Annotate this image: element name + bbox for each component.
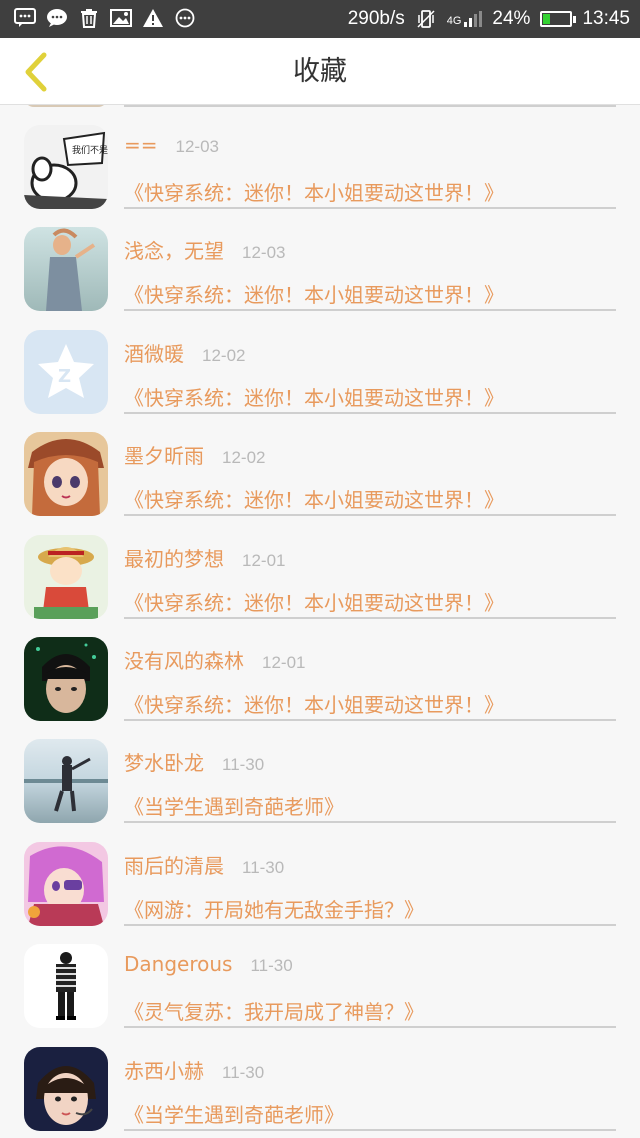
favorite-item-6[interactable]: 梦水卧龙 11-30 《当学生遇到奇葩老师》 — [0, 719, 640, 824]
vibrate-icon — [415, 8, 437, 30]
favorite-item-5[interactable]: 没有风的森林 12-01 《快穿系统：迷你！本小姐要动这世界！》 — [0, 617, 640, 721]
page-title: 收藏 — [293, 56, 347, 87]
cartoon-avatar[interactable] — [24, 534, 108, 619]
book-title[interactable]: 《快穿系统：迷你！本小姐要动这世界！》 — [124, 177, 504, 206]
item-meta: == 12-03 — [124, 133, 219, 163]
trash-icon — [78, 7, 100, 29]
navigation-bar: 收藏 — [0, 38, 640, 105]
item-meta: 墨夕昕雨 12-02 — [124, 440, 265, 470]
favorite-date: 12-02 — [222, 448, 266, 468]
signal-icon — [464, 11, 483, 27]
portrait-avatar-2[interactable] — [24, 1046, 108, 1131]
status-bar: 290b/s 4G 24% 13:45 — [0, 0, 640, 38]
figure-avatar[interactable] — [24, 944, 108, 1029]
favorite-item-8[interactable]: Dangerous 11-30 《灵气复苏：我开局成了神兽？》 — [0, 924, 640, 1029]
status-indicators: 290b/s 4G 24% 13:45 — [348, 4, 630, 34]
book-title[interactable]: 《快穿系统：迷你！本小姐要动这世界！》 — [124, 689, 504, 718]
anime-pink-avatar[interactable] — [24, 841, 108, 926]
item-meta: 雨后的清晨 11-30 — [124, 850, 284, 880]
user-name[interactable]: == — [124, 133, 158, 157]
favorite-date: 12-03 — [175, 137, 219, 156]
beach-avatar[interactable] — [24, 739, 108, 824]
book-title[interactable]: 《当学生遇到奇葩老师》 — [124, 791, 344, 820]
favorites-list[interactable]: 我们不是 == 12-03 《快穿系统：迷你！本小姐要动这世界！》 浅念，无望 … — [0, 105, 640, 1138]
item-meta: 赤西小赫 11-30 — [124, 1055, 264, 1085]
book-title[interactable]: 《快穿系统：迷你！本小姐要动这世界！》 — [124, 279, 504, 308]
book-title[interactable]: 《网游：开局她有无敌金手指？》 — [124, 894, 424, 923]
user-name[interactable]: 赤西小赫 — [124, 1055, 204, 1084]
favorite-item-4[interactable]: 最初的梦想 12-01 《快穿系统：迷你！本小姐要动这世界！》 — [0, 515, 640, 619]
user-name[interactable]: 浅念，无望 — [124, 235, 224, 264]
favorite-date: 11-30 — [242, 857, 285, 877]
chat-bubble-icon — [46, 7, 68, 29]
favorite-item-0[interactable]: 我们不是 == 12-03 《快穿系统：迷你！本小姐要动这世界！》 — [0, 105, 640, 209]
favorite-date: 11-30 — [222, 755, 265, 775]
user-name[interactable]: 梦水卧龙 — [124, 747, 204, 776]
book-title[interactable]: 《快穿系统：迷你！本小姐要动这世界！》 — [124, 587, 504, 616]
favorite-item-2[interactable]: Z 酒微暖 12-02 《快穿系统：迷你！本小姐要动这世界！》 — [0, 310, 640, 414]
favorite-date: 11-30 — [222, 1062, 265, 1082]
user-name[interactable]: 墨夕昕雨 — [124, 440, 204, 469]
message-icon — [14, 7, 36, 29]
book-title[interactable]: 《当学生遇到奇葩老师》 — [124, 1099, 344, 1128]
favorite-date: 12-02 — [202, 345, 246, 365]
favorite-item-1[interactable]: 浅念，无望 12-03 《快穿系统：迷你！本小姐要动这世界！》 — [0, 207, 640, 312]
favorite-item-9[interactable]: 赤西小赫 11-30 《当学生遇到奇葩老师》 — [0, 1027, 640, 1131]
notification-icons — [14, 7, 196, 29]
image-icon — [110, 7, 132, 29]
item-meta: 浅念，无望 12-03 — [124, 235, 285, 265]
svg-text:Z: Z — [58, 366, 71, 387]
item-divider — [124, 1128, 616, 1131]
network-speed: 290b/s — [347, 8, 405, 29]
favorite-date: 12-01 — [262, 653, 306, 672]
item-meta: 梦水卧龙 11-30 — [124, 747, 264, 777]
book-title[interactable]: 《快穿系统：迷你！本小姐要动这世界！》 — [124, 484, 504, 513]
favorite-date: 12-03 — [242, 243, 286, 263]
favorite-date: 12-01 — [242, 550, 286, 570]
user-name[interactable]: 酒微暖 — [124, 338, 184, 367]
item-meta: Dangerous 11-30 — [124, 952, 293, 982]
clock: 13:45 — [582, 8, 630, 29]
photo-avatar[interactable] — [24, 227, 108, 312]
favorite-item-7[interactable]: 雨后的清晨 11-30 《网游：开局她有无敌金手指？》 — [0, 822, 640, 926]
favorite-item-3[interactable]: 墨夕昕雨 12-02 《快穿系统：迷你！本小姐要动这世界！》 — [0, 412, 640, 517]
user-name[interactable]: 雨后的清晨 — [124, 850, 224, 879]
network-type: 4G — [446, 15, 462, 27]
user-name[interactable]: 最初的梦想 — [124, 543, 224, 572]
portrait-avatar[interactable] — [24, 637, 108, 721]
book-title[interactable]: 《快穿系统：迷你！本小姐要动这世界！》 — [124, 382, 504, 411]
signal-indicator: 4G — [447, 11, 483, 27]
book-title[interactable]: 《灵气复苏：我开局成了神兽？》 — [124, 996, 424, 1025]
item-meta: 酒微暖 12-02 — [124, 338, 245, 368]
battery-icon — [540, 11, 577, 27]
user-name[interactable]: 没有风的森林 — [124, 645, 244, 674]
item-meta: 最初的梦想 12-01 — [124, 543, 285, 573]
warning-icon — [142, 7, 164, 29]
default-qq-avatar[interactable]: Z — [24, 329, 108, 414]
item-meta: 没有风的森林 12-01 — [124, 645, 305, 675]
battery-level — [543, 14, 551, 24]
more-dots-icon — [174, 7, 196, 29]
svg-text:我们不是: 我们不是 — [72, 144, 108, 156]
favorite-date: 11-30 — [250, 956, 293, 976]
anime-avatar[interactable] — [24, 432, 108, 517]
user-name[interactable]: Dangerous — [124, 952, 232, 976]
comic-avatar[interactable]: 我们不是 — [24, 125, 108, 209]
battery-percent: 24% — [492, 8, 531, 29]
